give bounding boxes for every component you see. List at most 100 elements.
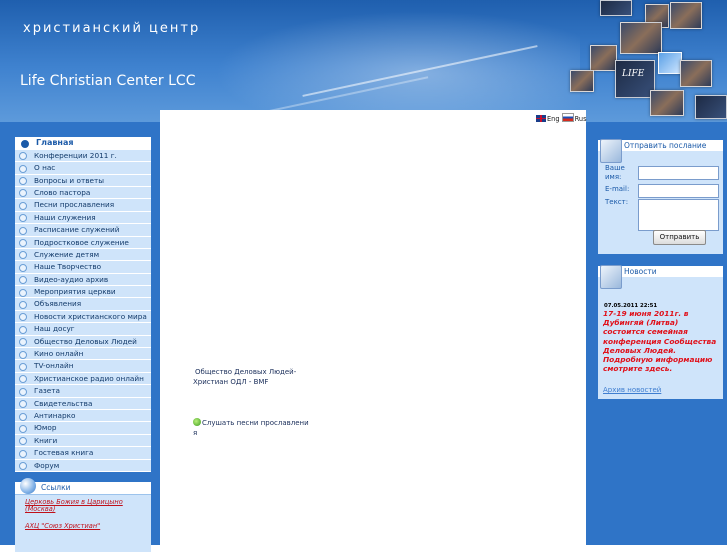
name-label-line1: Ваше — [605, 164, 625, 172]
menu-bullet-icon — [19, 424, 27, 433]
menu-item[interactable]: Песни прославления — [15, 199, 151, 212]
header-photo — [590, 45, 617, 71]
menu-bullet-icon — [19, 412, 27, 421]
menu-bullet-icon — [19, 226, 27, 235]
menu-item-label: Главная — [36, 138, 74, 147]
message-panel: Отправить послание Ваше имя: E-mail: Тек… — [598, 139, 723, 254]
menu-bullet-icon — [19, 288, 27, 297]
email-input[interactable] — [638, 184, 719, 198]
link-union-christians[interactable]: АХЦ "Союз Христиан" — [25, 522, 100, 530]
menu-item[interactable]: Общество Деловых Людей — [15, 335, 151, 349]
menu-item[interactable]: Наши служения — [15, 211, 151, 225]
menu-item-label: Служение детям — [34, 249, 100, 259]
menu-item[interactable]: Кино онлайн — [15, 348, 151, 361]
site-title: христианский центр — [23, 21, 201, 36]
menu-item-label: Общество Деловых Людей — [34, 336, 137, 346]
menu-item-label: Наши служения — [34, 212, 96, 222]
menu-item[interactable]: Книги — [15, 434, 151, 448]
menu-item[interactable]: Расписание служений — [15, 224, 151, 237]
menu-item[interactable]: TV-онлайн — [15, 360, 151, 373]
send-button[interactable]: Отправить — [653, 230, 706, 245]
menu-item-label: Подростковое служение — [34, 237, 129, 247]
newspaper-icon — [600, 265, 622, 289]
menu-item-label: Газета — [34, 386, 61, 396]
menu-item[interactable]: Слово пастора — [15, 186, 151, 200]
menu-item[interactable]: Христианское радио онлайн — [15, 372, 151, 386]
name-label: Ваше имя: — [605, 164, 625, 182]
menu-item-label: Книги — [34, 435, 58, 445]
menu-item[interactable]: Газета — [15, 385, 151, 398]
listen-songs-link-line2: я — [193, 428, 198, 437]
menu-bullet-icon — [19, 189, 27, 198]
menu-item[interactable]: Мероприятия церкви — [15, 286, 151, 299]
menu-bullet-icon — [19, 449, 27, 458]
business-society-link[interactable]: Общество Деловых Людей- Христиан ОДЛ - B… — [193, 368, 296, 387]
listen-songs-link-line1: Слушать песни прославлени — [202, 419, 309, 427]
menu-item[interactable]: Наш досуг — [15, 323, 151, 336]
menu-item[interactable]: Объявления — [15, 298, 151, 311]
listen-songs-link[interactable]: Слушать песни прославлени я — [193, 418, 309, 438]
menu-bullet-icon — [19, 375, 27, 384]
menu-item[interactable]: Подростковое служение — [15, 236, 151, 249]
menu-item[interactable]: Видео-аудио архив — [15, 273, 151, 287]
menu-item-label: Песни прославления — [34, 200, 115, 210]
menu-bullet-icon — [19, 462, 27, 471]
left-sidebar: Главная Конференции 2011 г. О нас Вопросы и… — [0, 122, 160, 552]
menu-bullet-icon — [19, 338, 27, 347]
main-content — [160, 110, 586, 545]
main-menu: Главная Конференции 2011 г. О нас Вопросы и… — [15, 137, 151, 472]
menu-item[interactable]: Главная — [15, 137, 151, 150]
site-subtitle: Life Christian Center LCC — [20, 73, 196, 89]
menu-item[interactable]: Наше Творчество — [15, 261, 151, 274]
link-church-tsaritsyno[interactable]: Церковь Божия в Царицыно (Москва) — [25, 499, 145, 513]
menu-item-label: Объявления — [34, 299, 82, 309]
menu-bullet-icon — [19, 350, 27, 359]
name-input[interactable] — [638, 166, 719, 180]
header-photo — [650, 90, 684, 116]
menu-item-label: О нас — [34, 163, 56, 173]
menu-bullet-icon — [19, 152, 27, 161]
lang-rus[interactable]: Rus — [561, 113, 587, 123]
links-box-title: Ссылки — [41, 483, 71, 492]
lang-rus-label: Rus — [574, 115, 587, 123]
menu-item[interactable]: Форум — [15, 459, 151, 472]
menu-bullet-icon — [19, 387, 27, 396]
message-textarea[interactable] — [638, 199, 719, 231]
header-photo-logo: LIFE — [622, 69, 645, 79]
message-panel-title: Отправить послание — [624, 141, 707, 150]
menu-bullet-icon — [19, 437, 27, 446]
menu-item[interactable]: Антинарко — [15, 410, 151, 423]
menu-item[interactable]: Служение детям — [15, 248, 151, 262]
menu-item[interactable]: Юмор — [15, 422, 151, 435]
menu-item-label: Антинарко — [34, 411, 76, 420]
menu-bullet-icon — [19, 263, 27, 272]
menu-bullet-icon — [19, 400, 27, 409]
lang-eng[interactable]: Eng — [536, 115, 560, 123]
menu-bullet-icon — [19, 313, 27, 322]
news-panel-title: Новости — [624, 267, 657, 276]
menu-bullet-icon — [19, 164, 27, 173]
russia-flag-icon — [561, 113, 574, 122]
menu-bullet-icon — [19, 239, 27, 248]
menu-item[interactable]: Конференции 2011 г. — [15, 149, 151, 163]
menu-item-label: Гостевая книга — [34, 448, 94, 458]
menu-item-label: Кино онлайн — [34, 349, 84, 359]
menu-item[interactable]: Гостевая книга — [15, 447, 151, 460]
header-photo-collage: LIFE — [530, 0, 727, 122]
menu-item[interactable]: О нас — [15, 162, 151, 175]
news-item-link[interactable]: 17-19 июня 2011г. в Дубингяй (Литва) сос… — [603, 309, 721, 373]
links-box: Ссылки Церковь Божия в Царицыно (Москва)… — [15, 478, 151, 552]
lang-eng-label: Eng — [547, 115, 560, 123]
news-archive-link[interactable]: Архив новостей — [603, 386, 661, 394]
header-photo — [600, 0, 632, 16]
site-header: христианский центр Life Christian Center… — [0, 0, 727, 122]
header-photo — [680, 60, 712, 87]
menu-item-label: Свидетельства — [34, 398, 93, 408]
menu-item-label: Расписание служений — [34, 225, 120, 235]
links-box-header: Ссылки — [15, 478, 151, 495]
menu-item[interactable]: Свидетельства — [15, 397, 151, 410]
name-label-line2: имя: — [605, 173, 622, 181]
menu-item[interactable]: Вопросы и ответы — [15, 174, 151, 187]
text-label: Текст: — [605, 198, 629, 206]
menu-item[interactable]: Новости христианского мира — [15, 310, 151, 324]
